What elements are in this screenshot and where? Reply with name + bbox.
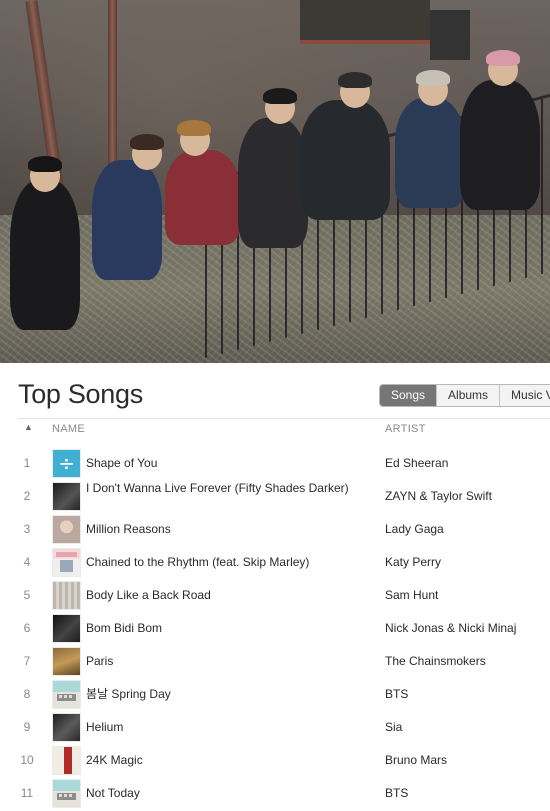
album-art-thumbnail — [53, 516, 80, 543]
song-title: Shape of You — [86, 456, 158, 470]
person-figure — [460, 80, 540, 210]
person-hair — [416, 70, 450, 86]
pipe-decoration — [108, 0, 117, 180]
song-title: Paris — [86, 654, 114, 668]
table-row[interactable]: 11 Not Today BTS — [0, 777, 550, 810]
svg-text:÷: ÷ — [58, 451, 75, 475]
person-hair — [28, 156, 62, 172]
person-figure — [238, 118, 308, 248]
tab-music-videos[interactable]: Music V — [499, 385, 550, 406]
table-row[interactable]: 4 Chained to the Rhythm (feat. Skip Marl… — [0, 546, 550, 579]
song-artist[interactable]: Nick Jonas & Nicki Minaj — [385, 621, 516, 635]
song-title: 봄날 Spring Day — [86, 687, 171, 701]
song-title: I Don't Wanna Live Forever (Fifty Shades… — [86, 481, 349, 495]
song-title: Million Reasons — [86, 522, 171, 536]
table-row[interactable]: 7 Paris The Chainsmokers — [0, 645, 550, 678]
album-art-thumbnail — [53, 549, 80, 576]
song-title: Bom Bidi Bom — [86, 621, 163, 635]
song-artist[interactable]: Lady Gaga — [385, 522, 444, 536]
tab-albums[interactable]: Albums — [436, 385, 499, 406]
row-rank: 8 — [23, 687, 31, 701]
album-art-thumbnail: ÷ — [53, 450, 80, 477]
song-artist[interactable]: Sam Hunt — [385, 588, 438, 602]
album-art-thumbnail — [53, 780, 80, 807]
row-rank: 6 — [23, 621, 31, 635]
row-rank: 5 — [23, 588, 31, 602]
row-rank: 3 — [23, 522, 31, 536]
sort-ascending-icon[interactable]: ▲ — [24, 422, 33, 432]
table-row[interactable]: 1 ÷ Shape of You Ed Sheeran — [0, 447, 550, 480]
row-rank: 11 — [20, 786, 34, 800]
album-art-thumbnail — [53, 615, 80, 642]
page-title: Top Songs — [18, 379, 143, 409]
song-artist[interactable]: Ed Sheeran — [385, 456, 448, 470]
person-figure — [300, 100, 390, 220]
song-title: 24K Magic — [86, 753, 143, 767]
album-art-thumbnail — [53, 648, 80, 675]
person-hair — [130, 134, 164, 150]
table-row[interactable]: 9 Helium Sia — [0, 711, 550, 744]
person-figure — [10, 180, 80, 330]
tab-songs[interactable]: Songs — [380, 385, 437, 406]
table-row[interactable]: 8 봄날 Spring Day BTS — [0, 678, 550, 711]
album-art-thumbnail — [53, 681, 80, 708]
album-art-thumbnail — [53, 714, 80, 741]
table-row[interactable]: 10 24K Magic Bruno Mars — [0, 744, 550, 777]
table-row[interactable]: 6 Bom Bidi Bom Nick Jonas & Nicki Minaj — [0, 612, 550, 645]
song-artist[interactable]: Sia — [385, 720, 402, 734]
person-hair — [177, 120, 211, 136]
song-title: Not Today — [86, 786, 140, 800]
wall-box — [430, 10, 470, 60]
column-header-artist[interactable]: ARTIST — [385, 423, 426, 435]
song-artist[interactable]: Bruno Mars — [385, 753, 447, 767]
person-hair — [338, 72, 372, 88]
song-artist[interactable]: BTS — [385, 687, 408, 701]
person-figure — [92, 160, 162, 280]
song-title: Helium — [86, 720, 124, 734]
wall-sign — [300, 0, 430, 44]
row-rank: 1 — [23, 456, 31, 470]
song-list: 1 ÷ Shape of You Ed Sheeran 2 I Don't Wa… — [0, 447, 550, 810]
song-title: Body Like a Back Road — [86, 588, 211, 602]
song-artist[interactable]: The Chainsmokers — [385, 654, 486, 668]
song-title: Chained to the Rhythm (feat. Skip Marley… — [86, 555, 310, 569]
row-rank: 9 — [23, 720, 31, 734]
row-rank: 7 — [23, 654, 31, 668]
row-rank: 4 — [23, 555, 31, 569]
song-artist[interactable]: ZAYN & Taylor Swift — [385, 489, 492, 503]
column-header-name[interactable]: NAME — [52, 423, 85, 435]
table-row[interactable]: 2 I Don't Wanna Live Forever (Fifty Shad… — [0, 480, 550, 513]
person-figure — [395, 98, 465, 208]
row-rank: 2 — [23, 489, 31, 503]
view-segmented-control: Songs Albums Music V — [379, 384, 550, 407]
table-header: ▲ NAME ARTIST — [0, 419, 550, 439]
row-rank: 10 — [20, 753, 34, 767]
album-art-thumbnail — [53, 582, 80, 609]
album-art-thumbnail — [53, 483, 80, 510]
table-row[interactable]: 3 Million Reasons Lady Gaga — [0, 513, 550, 546]
person-hair — [263, 88, 297, 104]
person-figure — [165, 150, 240, 245]
album-art-thumbnail — [53, 747, 80, 774]
table-row[interactable]: 5 Body Like a Back Road Sam Hunt — [0, 579, 550, 612]
person-hair — [486, 50, 520, 66]
song-artist[interactable]: Katy Perry — [385, 555, 441, 569]
artist-hero-image — [0, 0, 550, 363]
song-artist[interactable]: BTS — [385, 786, 408, 800]
